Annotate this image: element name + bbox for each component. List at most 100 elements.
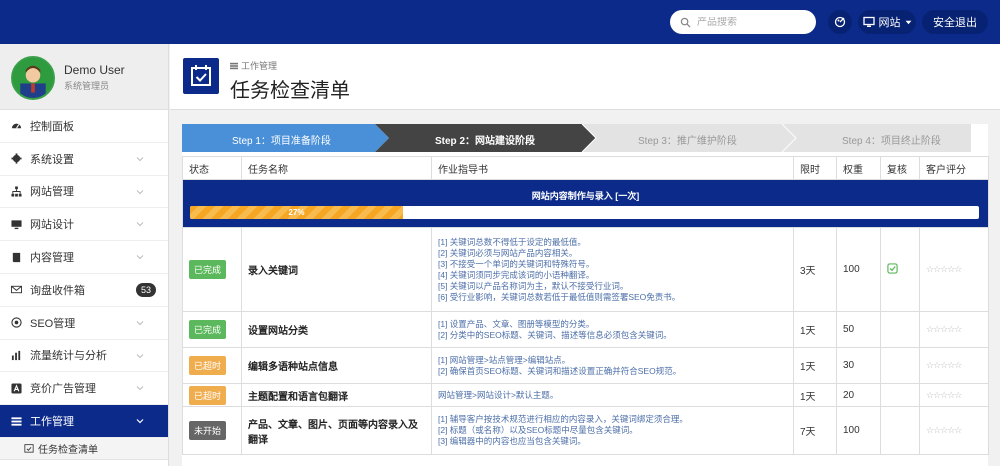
page-title: 任务检查清单	[230, 80, 350, 102]
chevron-down-icon	[136, 156, 144, 162]
book-icon	[12, 252, 21, 262]
sidebar-item-label: 网站设计	[30, 219, 74, 232]
review-cell[interactable]	[880, 347, 920, 384]
col-header-guide: 作业指导书	[431, 156, 794, 180]
sidebar-item-content-management[interactable]: 内容管理	[0, 241, 168, 274]
sidebar-item-dashboard[interactable]: 控制面板	[0, 110, 168, 143]
task-time: 3天	[793, 227, 837, 312]
task-weight: 30	[836, 347, 881, 384]
target-icon	[11, 317, 22, 328]
table-row[interactable]: 已超时 主题配置和语言包翻译 网站管理>网站设计>默认主题。 1天 20 ☆☆☆…	[182, 383, 989, 407]
product-search[interactable]	[670, 10, 816, 34]
avatar[interactable]	[11, 56, 55, 100]
gear-icon	[11, 153, 22, 164]
table-row[interactable]: 已完成 设置网站分类 [1] 设置产品、文章、图册等模型的分类。 [2] 分类中…	[182, 311, 989, 348]
task-name[interactable]: 设置网站分类	[241, 311, 432, 348]
sitemap-icon	[11, 186, 22, 197]
star-rating[interactable]: ☆☆☆☆☆	[919, 311, 989, 348]
chevron-down-icon	[136, 419, 144, 424]
step-progress: Step 1：项目准备阶段 Step 2：网站建设阶段 Step 3：推广维护阶…	[182, 124, 988, 152]
step-4-label[interactable]: Step 4：项目终止阶段	[842, 132, 941, 147]
step-3-label[interactable]: Step 3：推广维护阶段	[638, 132, 737, 147]
section-row: 网站内容制作与录入 [一次] 27%	[182, 179, 989, 228]
guide-line: [1] 设置产品、文章、图册等模型的分类。	[438, 318, 595, 329]
logout-button[interactable]: 安全退出	[922, 10, 988, 34]
table-row[interactable]: 未开始 产品、文章、图片、页面等内容录入及翻译 [1] 辅导客户按技术规范进行相…	[182, 406, 989, 455]
table-row[interactable]: 已完成 录入关键词 [1] 关键词总数不得低于设定的最低值。 [2] 关键词必须…	[182, 227, 989, 312]
task-guide: [1] 网站管理>站点管理>编辑站点。 [2] 确保首页SEO标题、关键词和描述…	[431, 347, 794, 384]
chevron-down-icon	[136, 189, 144, 194]
user-avatar-icon	[13, 58, 53, 98]
guide-line: [3] 不接受一个单词的关键词和特殊符号。	[438, 258, 595, 269]
review-cell[interactable]	[880, 311, 920, 348]
guide-line: [2] 标题（或名称）以及SEO标题中尽量包含关键词。	[438, 425, 638, 435]
caret-down-icon	[905, 20, 911, 24]
table-row[interactable]: 已超时 编辑多语种站点信息 [1] 网站管理>站点管理>编辑站点。 [2] 确保…	[182, 347, 989, 384]
sidebar-item-website-design[interactable]: 网站设计	[0, 208, 168, 242]
task-name[interactable]: 主题配置和语言包翻译	[241, 383, 432, 407]
review-cell[interactable]	[880, 406, 920, 455]
task-guide: [1] 辅导客户按技术规范进行相应的内容录入，关键词绑定须合理。 [2] 标题（…	[431, 406, 794, 455]
status-badge: 已超时	[189, 385, 227, 405]
review-cell[interactable]	[880, 227, 920, 312]
task-weight: 20	[836, 383, 881, 407]
status-badge: 已完成	[189, 320, 227, 339]
sidebar-item-ad-management[interactable]: 竞价广告管理	[0, 372, 168, 406]
table-header-row: 状态 任务名称 作业指导书 限时 权重 复核 客户评分	[182, 156, 989, 180]
task-time: 1天	[793, 311, 837, 348]
user-panel: Demo User 系统管理员	[0, 44, 168, 110]
bar-chart-icon	[11, 350, 21, 361]
section-band: 网站内容制作与录入 [一次] 27%	[182, 179, 989, 228]
list-icon	[11, 416, 22, 426]
search-icon	[680, 17, 691, 28]
step-1-label[interactable]: Step 1：项目准备阶段	[232, 132, 331, 147]
guide-line: [1] 辅导客户按技术规范进行相应的内容录入，关键词绑定须合理。	[438, 414, 688, 424]
guide-line: [2] 关键词必须与网站产品内容相关。	[438, 247, 578, 258]
task-guide: 网站管理>网站设计>默认主题。	[431, 383, 794, 407]
col-header-weight: 权重	[836, 156, 881, 180]
col-header-review: 复核	[880, 156, 920, 180]
task-name[interactable]: 录入关键词	[241, 227, 432, 312]
sidebar-item-seo-management[interactable]: SEO管理	[0, 307, 168, 340]
calendar-check-icon	[191, 65, 211, 86]
submenu-task-checklist[interactable]: 任务检查清单	[0, 437, 168, 460]
chevron-down-icon	[136, 255, 144, 260]
list-icon	[230, 62, 238, 69]
logout-label: 安全退出	[933, 17, 977, 29]
col-header-status: 状态	[182, 156, 242, 180]
guide-line: [2] 确保首页SEO标题、关键词和描述设置正确并符合SEO规范。	[438, 365, 682, 376]
star-rating[interactable]: ☆☆☆☆☆	[919, 347, 989, 384]
sidebar-item-work-management[interactable]: 工作管理	[0, 405, 168, 438]
guide-line: [3] 编辑器中的内容也应当包含关键词。	[438, 436, 586, 446]
website-label: 网站	[878, 17, 901, 29]
section-title: 网站内容制作与录入 [一次]	[531, 191, 640, 201]
review-cell[interactable]	[880, 383, 920, 407]
star-rating[interactable]: ☆☆☆☆☆	[919, 227, 989, 312]
breadcrumb-label[interactable]: 工作管理	[241, 59, 277, 72]
sidebar-item-inquiry-inbox[interactable]: 询盘收件箱 53	[0, 274, 168, 307]
sidebar-item-label: 控制面板	[30, 120, 74, 133]
search-input[interactable]	[697, 16, 807, 28]
user-name: Demo User	[64, 63, 125, 77]
task-guide: [1] 设置产品、文章、图册等模型的分类。 [2] 分类中的SEO标题、关键词、…	[431, 311, 794, 348]
sidebar-item-traffic-analytics[interactable]: 流量统计与分析	[0, 340, 168, 373]
sidebar-item-website-management[interactable]: 网站管理	[0, 176, 168, 209]
star-rating[interactable]: ☆☆☆☆☆	[919, 383, 989, 407]
main-content: Step 1：项目准备阶段 Step 2：网站建设阶段 Step 3：推广维护阶…	[182, 124, 989, 466]
envelope-icon	[11, 286, 22, 294]
task-name[interactable]: 编辑多语种站点信息	[241, 347, 432, 384]
task-weight: 100	[836, 227, 881, 312]
star-rating[interactable]: ☆☆☆☆☆	[919, 406, 989, 455]
task-weight: 50	[836, 311, 881, 348]
page-header: 工作管理 任务检查清单	[170, 44, 1000, 110]
breadcrumb: 工作管理	[230, 59, 277, 72]
chevron-down-icon	[136, 320, 144, 325]
task-name[interactable]: 产品、文章、图片、页面等内容录入及翻译	[241, 406, 432, 455]
palette-button[interactable]	[828, 10, 852, 34]
status-badge: 已完成	[189, 260, 227, 279]
step-2-label[interactable]: Step 2：网站建设阶段	[435, 132, 535, 147]
top-navbar: 网站 安全退出	[0, 0, 1000, 44]
sidebar-item-system-settings[interactable]: 系统设置	[0, 143, 168, 176]
website-dropdown[interactable]: 网站	[858, 10, 916, 34]
inbox-count-badge: 53	[135, 282, 156, 297]
